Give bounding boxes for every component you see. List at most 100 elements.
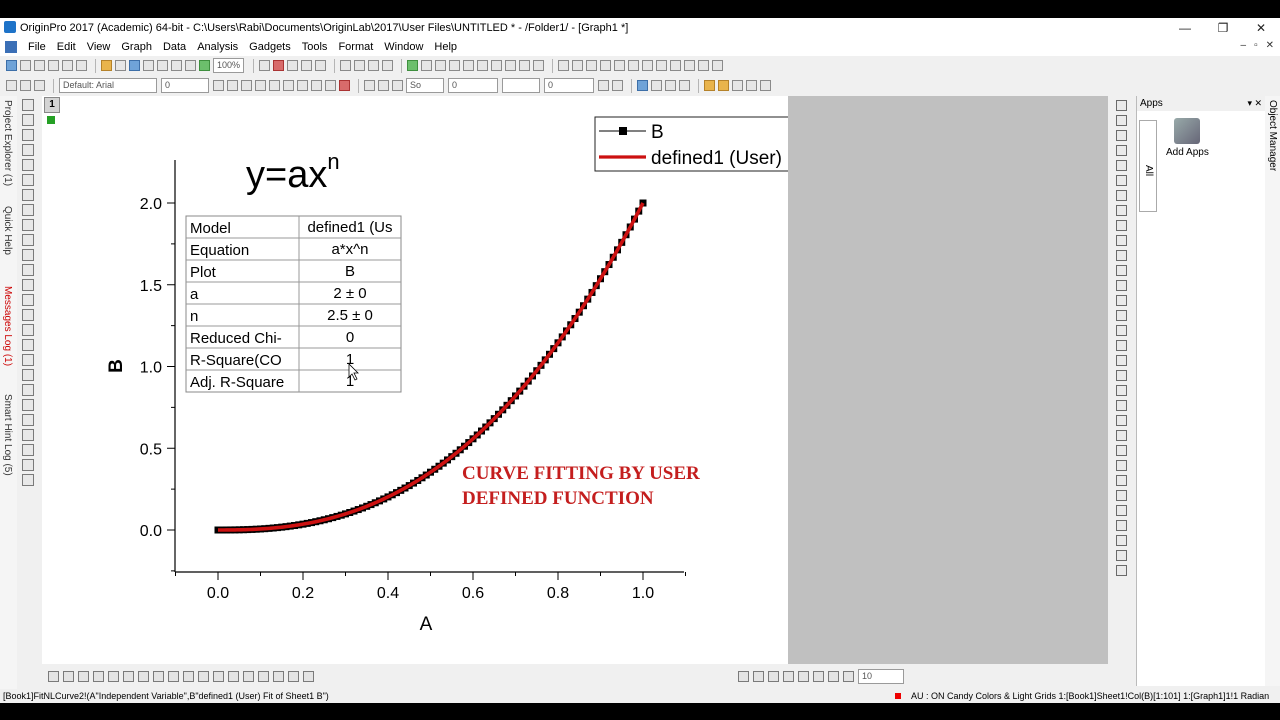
border-select[interactable] bbox=[502, 78, 540, 93]
menu-gadgets[interactable]: Gadgets bbox=[249, 41, 291, 53]
superscript-icon[interactable] bbox=[255, 80, 266, 91]
swap-axes-icon[interactable] bbox=[572, 60, 584, 71]
open-icon[interactable] bbox=[101, 60, 112, 71]
pattern-width-select[interactable]: 0 bbox=[544, 78, 594, 93]
layer-tool-20-icon[interactable] bbox=[1116, 385, 1127, 396]
bottom-polar-icon[interactable] bbox=[258, 670, 269, 682]
layer-tool-8-icon[interactable] bbox=[1116, 205, 1127, 216]
distribute-icon[interactable] bbox=[843, 670, 854, 682]
column-icon[interactable] bbox=[22, 384, 34, 396]
mdi-minimize-button[interactable]: – bbox=[1241, 40, 1247, 51]
anchor-icon[interactable] bbox=[421, 60, 433, 71]
pointer-icon[interactable] bbox=[22, 99, 34, 111]
bottom-box-icon[interactable] bbox=[108, 670, 119, 682]
layer-tool-icon[interactable] bbox=[22, 369, 34, 381]
new-workbook-icon[interactable] bbox=[20, 60, 31, 71]
arrange-icon[interactable] bbox=[477, 60, 489, 71]
bottom-line-icon[interactable] bbox=[48, 670, 59, 682]
apps-panel-controls[interactable]: ▾ ✕ bbox=[1247, 96, 1262, 111]
scale-in-icon[interactable] bbox=[22, 144, 34, 156]
histogram-icon[interactable] bbox=[22, 399, 34, 411]
arrow-down-icon[interactable] bbox=[712, 60, 724, 71]
line-style-select[interactable]: So bbox=[406, 78, 444, 93]
tab-project-explorer[interactable]: Project Explorer (1) bbox=[2, 100, 13, 186]
copy-icon[interactable] bbox=[20, 80, 31, 91]
data-reader-icon[interactable] bbox=[519, 60, 531, 71]
menu-edit[interactable]: Edit bbox=[57, 41, 76, 53]
bottom-scatter-icon[interactable] bbox=[63, 670, 74, 682]
font-size-select[interactable]: 0 bbox=[161, 78, 209, 93]
menu-view[interactable]: View bbox=[87, 41, 111, 53]
formula-text[interactable]: y=axn bbox=[246, 149, 340, 196]
decrease-font-icon[interactable] bbox=[311, 80, 322, 91]
regional-mask-icon[interactable] bbox=[22, 219, 34, 231]
bottom-pie-icon[interactable] bbox=[138, 670, 149, 682]
bottom-3d-icon[interactable] bbox=[183, 670, 194, 682]
layer-tool-29-icon[interactable] bbox=[1116, 520, 1127, 531]
new-project-icon[interactable] bbox=[6, 60, 17, 71]
group-objects-icon[interactable] bbox=[732, 80, 743, 91]
import-icon[interactable] bbox=[171, 60, 182, 71]
filter-icon[interactable] bbox=[586, 60, 598, 71]
code-builder-icon[interactable] bbox=[287, 60, 299, 71]
sheet-icon[interactable] bbox=[22, 474, 34, 486]
curved-arrow-icon[interactable] bbox=[22, 264, 34, 276]
layer-icon[interactable] bbox=[354, 60, 366, 71]
paste-icon[interactable] bbox=[34, 80, 45, 91]
new-function-icon[interactable] bbox=[62, 60, 73, 71]
menu-graph[interactable]: Graph bbox=[121, 41, 152, 53]
menu-data[interactable]: Data bbox=[163, 41, 186, 53]
text-tool-icon[interactable] bbox=[22, 234, 34, 246]
fill-color-icon[interactable] bbox=[364, 80, 375, 91]
bottom-column-icon[interactable] bbox=[93, 670, 104, 682]
recalculate-icon[interactable] bbox=[273, 60, 285, 71]
align-top-icon[interactable] bbox=[768, 670, 779, 682]
layer-tool-1-icon[interactable] bbox=[1116, 100, 1127, 111]
bottom-waterfall-icon[interactable] bbox=[303, 670, 314, 682]
layer-tool-32-icon[interactable] bbox=[1116, 565, 1127, 576]
align-center-icon[interactable] bbox=[798, 670, 809, 682]
new-graph-icon[interactable] bbox=[34, 60, 45, 71]
rotate-icon[interactable] bbox=[760, 80, 771, 91]
bottom-image-icon[interactable] bbox=[243, 670, 254, 682]
layer-tool-25-icon[interactable] bbox=[1116, 460, 1127, 471]
bottom-line-symbol-icon[interactable] bbox=[78, 670, 89, 682]
legend-box[interactable]: B defined1 (User) Fit of Sheet1 B bbox=[594, 116, 788, 172]
draw-data-icon[interactable] bbox=[22, 204, 34, 216]
y-axis-icon[interactable] bbox=[614, 60, 626, 71]
copy-page-icon[interactable] bbox=[491, 60, 503, 71]
bottom-matrix-icon[interactable] bbox=[228, 670, 239, 682]
tab-quick-help[interactable]: Quick Help bbox=[2, 206, 13, 255]
zoom-in-icon[interactable] bbox=[22, 114, 34, 126]
subscript-icon[interactable] bbox=[269, 80, 280, 91]
layer-tool-10-icon[interactable] bbox=[1116, 235, 1127, 246]
close-button[interactable]: ✕ bbox=[1242, 18, 1280, 38]
legend-icon[interactable] bbox=[382, 60, 394, 71]
menu-tools[interactable]: Tools bbox=[302, 41, 328, 53]
layer-tool-18-icon[interactable] bbox=[1116, 355, 1127, 366]
same-width-icon[interactable] bbox=[813, 670, 824, 682]
layer-tool-31-icon[interactable] bbox=[1116, 550, 1127, 561]
layer-tool-24-icon[interactable] bbox=[1116, 445, 1127, 456]
back-icon[interactable] bbox=[718, 80, 729, 91]
annotation-icon[interactable] bbox=[533, 60, 545, 71]
layer-tool-21-icon[interactable] bbox=[1116, 400, 1127, 411]
menu-format[interactable]: Format bbox=[338, 41, 373, 53]
apps-all-tab[interactable]: All bbox=[1139, 120, 1157, 212]
menu-help[interactable]: Help bbox=[434, 41, 457, 53]
align-bottom-icon[interactable] bbox=[783, 670, 794, 682]
underline-icon[interactable] bbox=[241, 80, 252, 91]
layer-tool-30-icon[interactable] bbox=[1116, 535, 1127, 546]
polygon-tool-icon[interactable] bbox=[22, 354, 34, 366]
cut-icon[interactable] bbox=[6, 80, 17, 91]
bold-icon[interactable] bbox=[213, 80, 224, 91]
bottom-area-icon[interactable] bbox=[123, 670, 134, 682]
layer-tool-13-icon[interactable] bbox=[1116, 280, 1127, 291]
extract-icon[interactable] bbox=[449, 60, 461, 71]
annotation-line-1[interactable]: CURVE FITTING BY USER bbox=[462, 463, 700, 484]
open-template-icon[interactable] bbox=[115, 60, 126, 71]
rescale-icon[interactable] bbox=[368, 60, 380, 71]
font-color-icon[interactable] bbox=[339, 80, 350, 91]
matrix-tool-icon[interactable] bbox=[22, 459, 34, 471]
duplicate-icon[interactable] bbox=[259, 60, 271, 71]
